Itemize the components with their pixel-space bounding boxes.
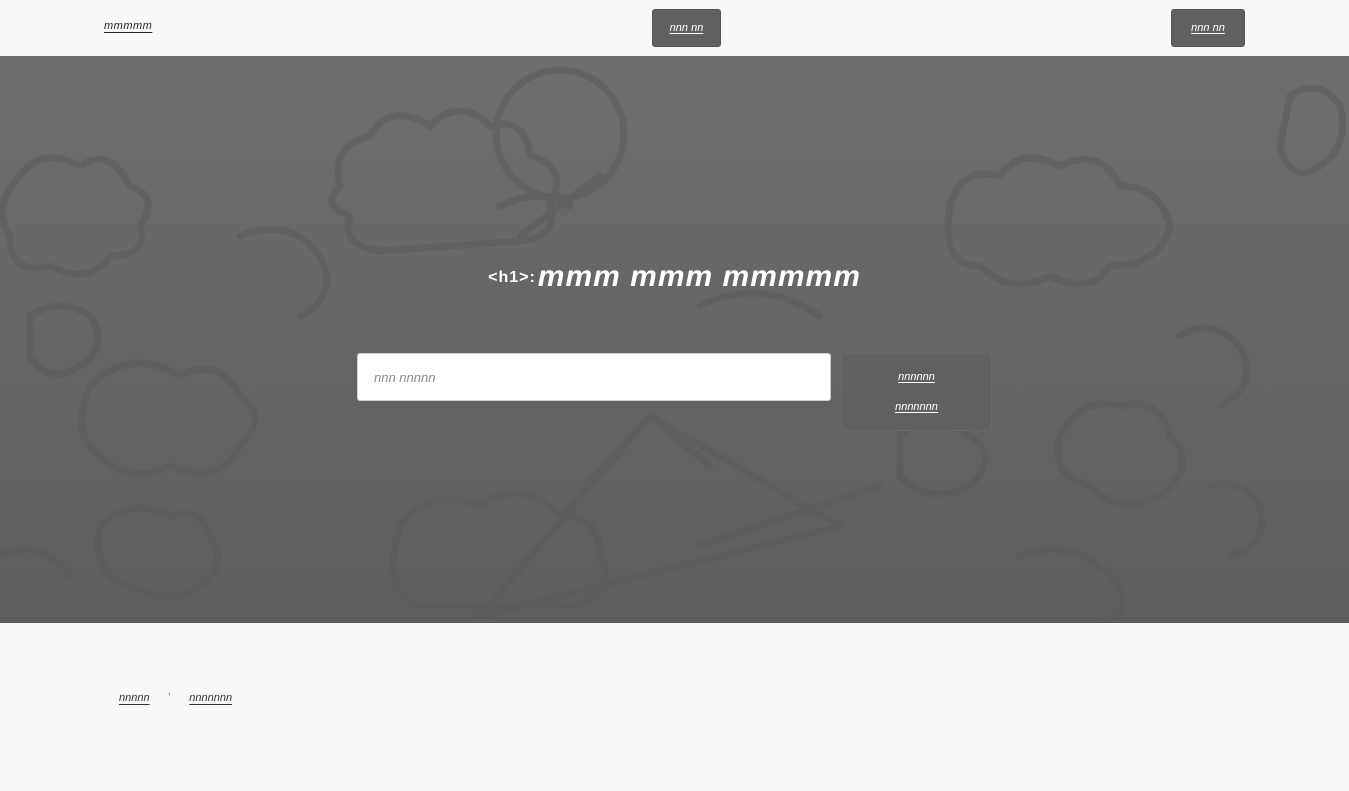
hero-heading-text: mmm mmm mmmmm	[537, 260, 861, 293]
top-navigation-bar: mmmmm nnn nn nnn nn	[0, 0, 1349, 56]
search-input[interactable]	[357, 353, 831, 401]
hero-background-illustration	[0, 66, 1346, 623]
search-submit-button[interactable]: nnnnnn nnnnnnn	[841, 353, 992, 431]
nav-center-button[interactable]: nnn nn	[652, 9, 721, 47]
search-button-label-line-1: nnnnnn	[898, 371, 935, 383]
footer-link-1[interactable]: nnnnn	[119, 692, 150, 704]
footer-separator: ·	[167, 688, 172, 700]
page-footer: nnnnn · nnnnnnn	[0, 623, 1349, 791]
hero-heading: <h1>:mmm mmm mmmmm	[0, 260, 1349, 294]
heading-tag-label: <h1>:	[488, 269, 536, 287]
footer-link-2[interactable]: nnnnnnn	[189, 692, 232, 704]
site-logo-link[interactable]: mmmmm	[104, 20, 152, 32]
hero-section: <h1>:mmm mmm mmmmm nnn nnn nn nnnnn	[0, 56, 1349, 623]
search-button-label-line-2: nnnnnnn	[895, 401, 938, 413]
footer-links: nnnnn · nnnnnnn	[119, 688, 232, 704]
nav-right-button[interactable]: nnn nn	[1171, 9, 1245, 47]
